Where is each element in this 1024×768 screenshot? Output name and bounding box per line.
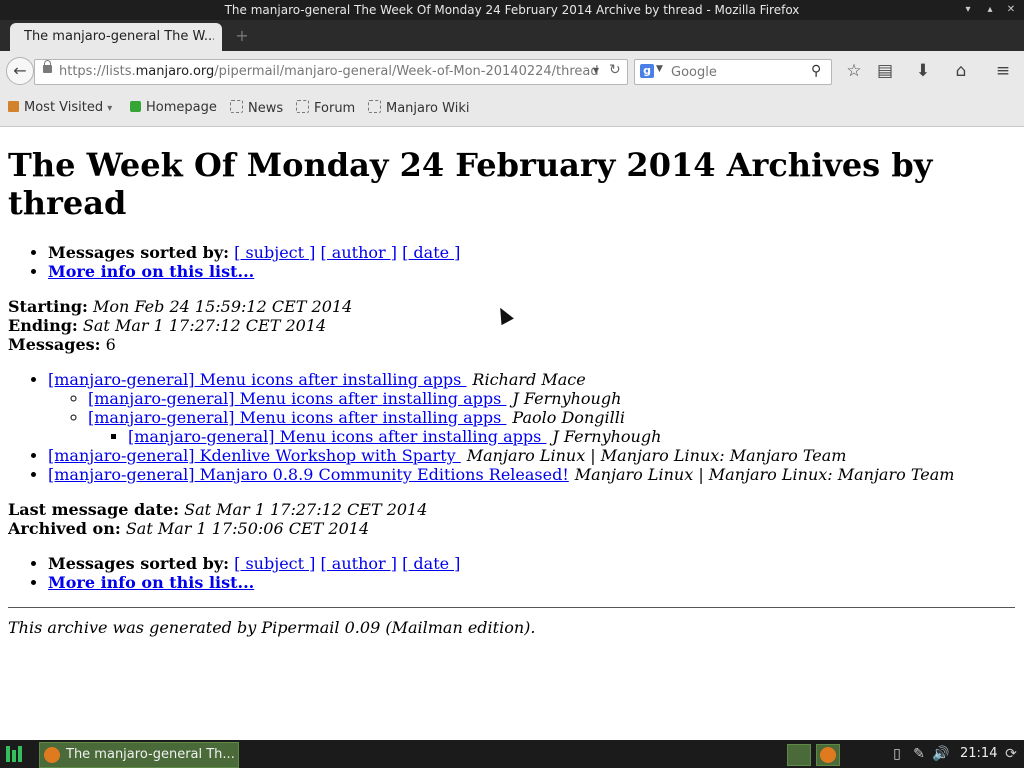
thread-link[interactable]: [manjaro-general] Menu icons after insta… bbox=[88, 389, 506, 408]
footer-note: This archive was generated by Pipermail … bbox=[8, 618, 536, 637]
last-message-date: Sat Mar 1 17:27:12 CET 2014 bbox=[184, 500, 428, 519]
reload-icon[interactable]: ↻ bbox=[609, 62, 621, 78]
bookmark-star-icon[interactable]: ☆ bbox=[843, 60, 865, 82]
lock-icon bbox=[43, 60, 52, 73]
volume-icon[interactable]: 🔊 bbox=[932, 745, 950, 763]
more-info-link[interactable]: More info on this list... bbox=[48, 262, 254, 281]
tab-active[interactable]: The manjaro-general The W... bbox=[10, 23, 222, 51]
url-text[interactable]: https://lists.manjaro.org/pipermail/manj… bbox=[59, 64, 599, 79]
sort-by-author-link[interactable]: [ author ] bbox=[320, 554, 397, 573]
message-count: 6 bbox=[105, 335, 116, 354]
pen-tray-icon[interactable]: ✎ bbox=[910, 745, 928, 763]
sort-by-author-link[interactable]: [ author ] bbox=[320, 243, 397, 262]
sort-links-bottom: Messages sorted by: [ subject ] [ author… bbox=[8, 554, 1018, 592]
window-titlebar: The manjaro-general The Week Of Monday 2… bbox=[0, 0, 1024, 20]
back-arrow-icon[interactable]: ← bbox=[6, 57, 34, 85]
taskbar-window-firefox[interactable]: The manjaro-general Th... bbox=[39, 742, 239, 768]
thread-author: Manjaro Linux | Manjaro Linux: Manjaro T… bbox=[574, 465, 955, 484]
window-title: The manjaro-general The Week Of Monday 2… bbox=[224, 3, 800, 17]
more-info-link[interactable]: More info on this list... bbox=[48, 573, 254, 592]
app-menu-icon[interactable] bbox=[6, 746, 22, 762]
search-engine-dropdown-icon[interactable]: ▼ bbox=[656, 64, 663, 74]
tab-label: The manjaro-general The W... bbox=[24, 29, 214, 44]
archive-info: Starting: Mon Feb 24 15:59:12 CET 2014 E… bbox=[8, 297, 353, 354]
firefox-icon bbox=[44, 747, 60, 763]
sort-by-date-link[interactable]: [ date ] bbox=[402, 554, 460, 573]
archive-dates: Last message date: Sat Mar 1 17:27:12 CE… bbox=[8, 500, 428, 538]
reading-list-icon[interactable]: ▤ bbox=[874, 60, 896, 82]
thread-author: Richard Mace bbox=[472, 370, 586, 389]
chevron-down-icon: ▾ bbox=[107, 103, 113, 114]
thread-link[interactable]: [manjaro-general] Manjaro 0.8.9 Communit… bbox=[48, 465, 569, 484]
bookmark-page-icon bbox=[368, 100, 381, 113]
thread-item: [manjaro-general] Menu icons after insta… bbox=[48, 370, 1018, 446]
tab-strip: The manjaro-general The W... + bbox=[0, 20, 1024, 51]
bookmark-news[interactable]: News bbox=[230, 100, 283, 116]
divider bbox=[8, 607, 1015, 608]
bookmark-page-icon bbox=[296, 100, 309, 113]
thread-author: Manjaro Linux | Manjaro Linux: Manjaro T… bbox=[466, 446, 847, 465]
thread-item: [manjaro-general] Manjaro 0.8.9 Communit… bbox=[48, 465, 1018, 484]
archived-date: Sat Mar 1 17:50:06 CET 2014 bbox=[125, 519, 370, 538]
clock[interactable]: 21:14 bbox=[960, 746, 997, 761]
bookmark-forum[interactable]: Forum bbox=[296, 100, 355, 116]
search-bar[interactable]: g ▼ ⚲ bbox=[634, 59, 832, 85]
sort-links-item: Messages sorted by: [ subject ] [ author… bbox=[48, 243, 1018, 262]
thread-link[interactable]: [manjaro-general] Kdenlive Workshop with… bbox=[48, 446, 461, 465]
close-icon[interactable]: ✕ bbox=[1004, 3, 1018, 17]
thread-link[interactable]: [manjaro-general] Menu icons after insta… bbox=[88, 408, 506, 427]
url-dropdown-icon[interactable]: ▾ bbox=[593, 63, 599, 77]
thread-author: J Fernyhough bbox=[512, 389, 622, 408]
thread-item: [manjaro-general] Menu icons after insta… bbox=[88, 408, 1018, 446]
thread-author: Paolo Dongilli bbox=[512, 408, 625, 427]
thread-item: [manjaro-general] Kdenlive Workshop with… bbox=[48, 446, 1018, 465]
sort-by-date-link[interactable]: [ date ] bbox=[402, 243, 460, 262]
bookmark-manjaro-wiki[interactable]: Manjaro Wiki bbox=[368, 100, 469, 116]
ending-date: Sat Mar 1 17:27:12 CET 2014 bbox=[82, 316, 327, 335]
thread-item: [manjaro-general] Menu icons after insta… bbox=[128, 427, 1018, 446]
bookmarks-toolbar: Most Visited ▾ Homepage News Forum Manja… bbox=[0, 91, 1024, 127]
bookmark-page-icon bbox=[230, 100, 243, 113]
more-info-item: More info on this list... bbox=[48, 573, 1018, 592]
search-input[interactable] bbox=[669, 62, 813, 82]
sort-links-top: Messages sorted by: [ subject ] [ author… bbox=[8, 243, 1018, 281]
menu-icon[interactable]: ≡ bbox=[992, 60, 1014, 82]
navigation-toolbar: ← https://lists.manjaro.org/pipermail/ma… bbox=[0, 51, 1024, 91]
folder-icon bbox=[8, 101, 19, 112]
manjaro-icon bbox=[130, 101, 141, 112]
starting-date: Mon Feb 24 15:59:12 CET 2014 bbox=[93, 297, 353, 316]
more-info-item: More info on this list... bbox=[48, 262, 1018, 281]
new-tab-icon[interactable]: + bbox=[234, 28, 250, 44]
firefox-launcher-icon[interactable] bbox=[816, 744, 840, 766]
thread-list: [manjaro-general] Menu icons after insta… bbox=[8, 370, 1018, 484]
search-icon[interactable]: ⚲ bbox=[811, 63, 821, 79]
page-content: The Week Of Monday 24 February 2014 Arch… bbox=[8, 127, 1018, 739]
bookmark-most-visited[interactable]: Most Visited ▾ bbox=[8, 100, 112, 115]
minimize-icon[interactable]: ▾ bbox=[961, 3, 975, 17]
bookmark-homepage[interactable]: Homepage bbox=[130, 100, 217, 115]
thread-link[interactable]: [manjaro-general] Menu icons after insta… bbox=[48, 370, 466, 389]
thread-author: J Fernyhough bbox=[552, 427, 662, 446]
taskbar: The manjaro-general Th... ▯ ✎ 🔊 21:14 ⟳ bbox=[0, 740, 1024, 768]
url-bar[interactable]: https://lists.manjaro.org/pipermail/manj… bbox=[34, 59, 628, 85]
terminal-launcher-icon[interactable] bbox=[787, 744, 811, 766]
taskbar-window-label: The manjaro-general Th... bbox=[66, 747, 235, 762]
clipboard-tray-icon[interactable]: ▯ bbox=[888, 745, 906, 763]
google-icon[interactable]: g bbox=[640, 64, 654, 78]
download-icon[interactable]: ⬇ bbox=[912, 60, 934, 82]
thread-link[interactable]: [manjaro-general] Menu icons after insta… bbox=[128, 427, 546, 446]
update-icon[interactable]: ⟳ bbox=[1002, 745, 1020, 763]
sort-by-subject-link[interactable]: [ subject ] bbox=[234, 554, 315, 573]
home-icon[interactable]: ⌂ bbox=[950, 60, 972, 82]
maximize-icon[interactable]: ▴ bbox=[983, 3, 997, 17]
page-title: The Week Of Monday 24 February 2014 Arch… bbox=[8, 146, 933, 222]
sort-links-item: Messages sorted by: [ subject ] [ author… bbox=[48, 554, 1018, 573]
sort-by-subject-link[interactable]: [ subject ] bbox=[234, 243, 315, 262]
thread-item: [manjaro-general] Menu icons after insta… bbox=[88, 389, 1018, 408]
